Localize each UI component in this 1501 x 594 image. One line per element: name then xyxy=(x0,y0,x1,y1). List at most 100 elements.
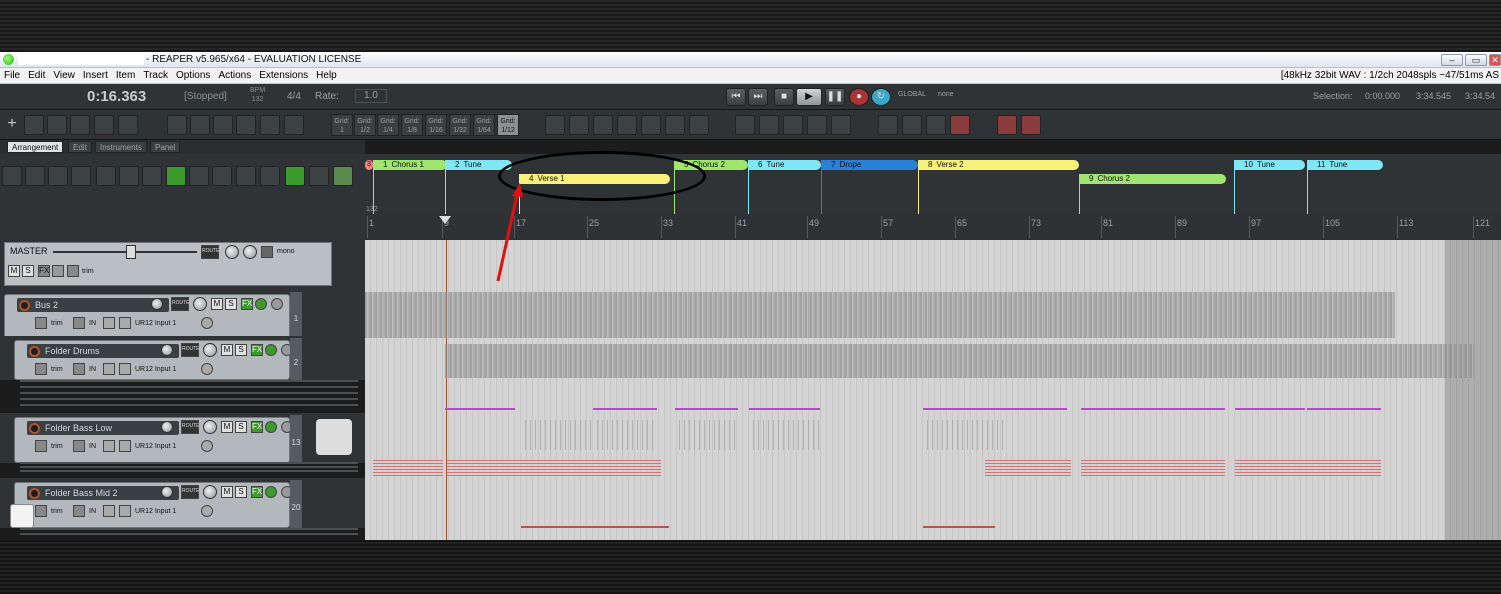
trim-icon[interactable] xyxy=(35,505,47,517)
input-chevron-icon[interactable] xyxy=(201,440,213,452)
grid-button-2[interactable]: Grid: 1/2 xyxy=(354,114,376,136)
close-button[interactable]: ✕ xyxy=(1489,54,1501,66)
input-source[interactable]: UR12 Input 1 xyxy=(135,366,176,373)
mixer-icon[interactable] xyxy=(236,166,256,186)
marker-1-icon[interactable] xyxy=(878,115,898,135)
minimize-button[interactable]: – xyxy=(1441,54,1463,66)
rate-value[interactable]: 1.0 xyxy=(355,89,387,103)
midi-input-icon[interactable] xyxy=(119,440,131,452)
note-1-icon[interactable] xyxy=(735,115,755,135)
input-dropdown-icon[interactable] xyxy=(103,317,115,329)
grid-toggle-icon[interactable] xyxy=(260,166,280,186)
metronome-icon[interactable] xyxy=(70,115,90,135)
tab-arrangement[interactable]: Arrangement xyxy=(7,141,64,153)
bar-label-97[interactable]: 97 xyxy=(1251,218,1261,228)
import-icon[interactable] xyxy=(25,166,45,186)
track-name-field[interactable]: Folder Bass Low xyxy=(27,421,179,435)
bar-label-121[interactable]: 121 xyxy=(1475,218,1490,228)
loop-tool-2-icon[interactable] xyxy=(569,115,589,135)
record-arm-button[interactable] xyxy=(19,300,30,311)
input-source[interactable]: UR12 Input 1 xyxy=(135,320,176,327)
fx-button[interactable]: FX xyxy=(241,298,253,310)
fx-button[interactable]: FX xyxy=(251,486,263,498)
input-source[interactable]: UR12 Input 1 xyxy=(135,508,176,515)
grid-button-3[interactable]: Grid: 1/4 xyxy=(377,114,399,136)
play-button[interactable]: ▶ xyxy=(796,88,822,106)
trim-icon[interactable] xyxy=(35,363,47,375)
pan-knob[interactable] xyxy=(203,420,217,434)
track-volume-knob[interactable] xyxy=(161,421,173,433)
render-icon[interactable] xyxy=(48,166,68,186)
restore-button[interactable]: ▭ xyxy=(1465,54,1487,66)
route-button[interactable]: ROUTE xyxy=(171,297,190,311)
track-name-field[interactable]: Folder Drums xyxy=(27,344,179,358)
loop-tool-3-icon[interactable] xyxy=(593,115,613,135)
record-arm-button[interactable] xyxy=(29,346,40,357)
solo-button[interactable]: S xyxy=(235,486,247,498)
monitor-icon[interactable] xyxy=(73,505,85,517)
fx-bypass-icon[interactable] xyxy=(265,421,277,433)
pan-knob[interactable] xyxy=(193,297,207,311)
tab-panel[interactable]: Panel xyxy=(150,141,181,153)
midi-icon[interactable] xyxy=(333,166,353,186)
input-dropdown-icon[interactable] xyxy=(103,363,115,375)
monitor-icon[interactable] xyxy=(73,440,85,452)
bar-label-57[interactable]: 57 xyxy=(883,218,893,228)
fx-bypass-icon[interactable] xyxy=(265,344,277,356)
trim-icon[interactable] xyxy=(35,317,47,329)
master-power-icon[interactable] xyxy=(52,265,64,277)
note-5-icon[interactable] xyxy=(831,115,851,135)
loop-x2-icon[interactable] xyxy=(617,115,637,135)
fx-bypass-icon[interactable] xyxy=(255,298,267,310)
bpm-display[interactable]: BPM 132 xyxy=(250,86,265,104)
menu-extensions[interactable]: Extensions xyxy=(255,68,312,81)
selection-start[interactable]: 0:00.000 xyxy=(1365,91,1400,101)
track-volume-knob[interactable] xyxy=(161,344,173,356)
add-track-icon[interactable]: + xyxy=(2,115,22,135)
playhead-marker-icon[interactable] xyxy=(439,216,451,224)
input-dropdown-icon[interactable] xyxy=(103,440,115,452)
monitor-icon[interactable] xyxy=(73,363,85,375)
master-pan-knob[interactable] xyxy=(243,245,257,259)
region-11[interactable]: 11 Tune xyxy=(1307,160,1383,170)
marker-delete-icon[interactable] xyxy=(950,115,970,135)
record-button[interactable]: ● xyxy=(849,88,869,106)
menu-insert[interactable]: Insert xyxy=(79,68,112,81)
bounce-icon[interactable] xyxy=(71,166,91,186)
record-arm-button[interactable] xyxy=(29,423,40,434)
bar-label-73[interactable]: 73 xyxy=(1031,218,1041,228)
loop-end-icon[interactable] xyxy=(689,115,709,135)
bar-label-89[interactable]: 89 xyxy=(1177,218,1187,228)
go-to-end-button[interactable]: ⏭ xyxy=(748,88,768,106)
bar-label-81[interactable]: 81 xyxy=(1103,218,1113,228)
undo-icon[interactable] xyxy=(96,166,116,186)
input-chevron-icon[interactable] xyxy=(201,317,213,329)
track-name-field[interactable]: Bus 2 xyxy=(17,298,169,312)
menu-track[interactable]: Track xyxy=(139,68,172,81)
fx-button[interactable]: FX xyxy=(251,344,263,356)
select-icon[interactable] xyxy=(212,166,232,186)
solo-button[interactable]: S xyxy=(235,344,247,356)
mute-button[interactable]: M xyxy=(221,486,233,498)
input-dropdown-icon[interactable] xyxy=(103,505,115,517)
bar-label-1[interactable]: 1 xyxy=(369,218,374,228)
fx-button[interactable]: FX xyxy=(251,421,263,433)
global-automation-value[interactable]: none xyxy=(938,91,954,98)
loop-tool-1-icon[interactable] xyxy=(545,115,565,135)
bar-label-105[interactable]: 105 xyxy=(1325,218,1340,228)
record-arm-button[interactable] xyxy=(29,488,40,499)
stop-button[interactable]: ■ xyxy=(774,88,794,106)
loop-refresh-icon[interactable] xyxy=(665,115,685,135)
region-9[interactable]: 9 Chorus 2 xyxy=(1079,174,1226,184)
item-properties-icon[interactable] xyxy=(167,115,187,135)
loop-toggle-icon[interactable] xyxy=(285,166,305,186)
snap-icon[interactable] xyxy=(118,115,138,135)
mute-button[interactable]: M xyxy=(221,421,233,433)
route-button[interactable]: ROUTE xyxy=(181,343,200,357)
new-file-icon[interactable] xyxy=(2,166,22,186)
track-name-field[interactable]: Folder Bass Mid 2 xyxy=(27,486,179,500)
marker-prev-icon[interactable] xyxy=(902,115,922,135)
time-display[interactable]: 0:16.363 xyxy=(87,88,146,105)
menu-help[interactable]: Help xyxy=(312,68,341,81)
grid-button-6[interactable]: Grid: 1/32 xyxy=(449,114,471,136)
